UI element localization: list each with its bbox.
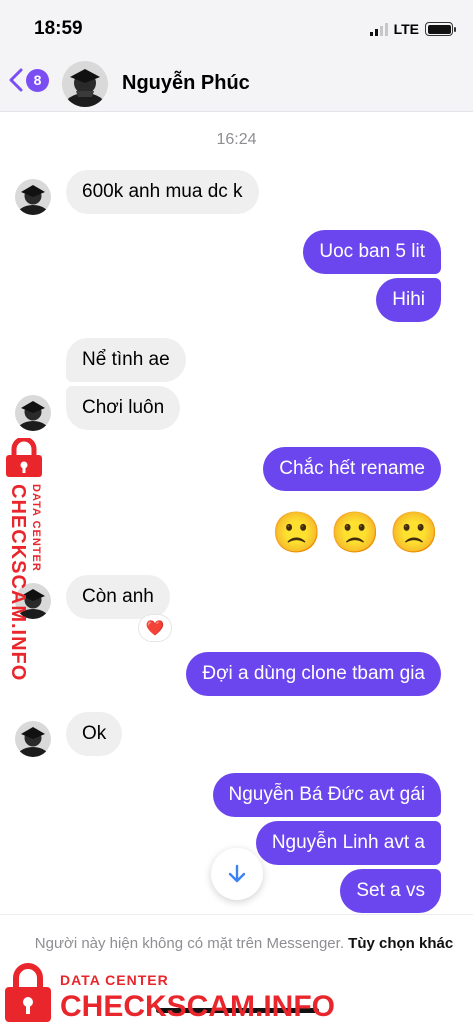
notice-text-container: Người này hiện không có mặt trên Messeng… (34, 933, 454, 955)
sad-face-emoji: 🙁 (271, 511, 322, 555)
battery-icon (425, 22, 456, 36)
outgoing-message[interactable]: Uoc ban 5 lit (303, 230, 441, 274)
unread-count-badge: 8 (26, 68, 49, 92)
outgoing-message[interactable]: Chắc hết rename (263, 447, 441, 491)
more-options-link[interactable]: Tùy chọn khác (348, 935, 453, 952)
message-timestamp: 16:24 (216, 131, 257, 148)
notice-message: Người này hiện không có mặt trên Messeng… (34, 935, 344, 952)
outgoing-message[interactable]: Đợi a dùng clone tbam gia (186, 652, 441, 696)
outgoing-message[interactable]: Set a vs (340, 869, 441, 913)
status-indicators: LTE (369, 21, 456, 37)
incoming-message[interactable]: 600k anh mua dc k (66, 170, 259, 214)
chat-header: 8 Nguyễn Phúc (0, 58, 473, 112)
watermark-bottom-big: CHECKSCAM.INFO (60, 990, 335, 1023)
watermark-side-small: DATA CENTER (30, 484, 42, 572)
incoming-message[interactable]: Ok (66, 712, 123, 756)
scroll-to-bottom-button[interactable] (211, 848, 263, 900)
heart-reaction[interactable]: ❤️ (138, 614, 172, 642)
outgoing-message[interactable]: Hihi (376, 278, 441, 322)
emoji-message-row[interactable]: 🙁 🙁 🙁 (272, 511, 439, 555)
sender-avatar[interactable] (15, 395, 51, 431)
sender-avatar[interactable] (15, 721, 51, 757)
contact-name[interactable]: Nguyễn Phúc (122, 72, 250, 95)
sad-face-emoji: 🙁 (330, 511, 381, 555)
contact-avatar[interactable] (62, 61, 108, 107)
outgoing-message[interactable]: Nguyễn Bá Đức avt gái (212, 773, 441, 817)
watermark-bottom-small: DATA CENTER (60, 972, 169, 988)
watermark-bottom: DATA CENTER CHECKSCAM.INFO (0, 960, 335, 1024)
sender-avatar[interactable] (15, 179, 51, 215)
sad-face-emoji: 🙁 (389, 511, 439, 555)
incoming-message[interactable]: Nể tình ae (66, 338, 186, 382)
status-time: 18:59 (34, 18, 83, 39)
arrow-down-icon (228, 864, 246, 883)
chevron-left-icon (9, 68, 23, 92)
signal-icon (369, 22, 388, 36)
status-bar: 18:59 LTE (0, 0, 473, 58)
watermark-side-big: CHECKSCAM.INFO (7, 484, 29, 682)
incoming-message[interactable]: Chơi luôn (66, 386, 181, 430)
outgoing-message[interactable]: Nguyễn Linh avt a (255, 821, 441, 865)
incoming-message[interactable]: Còn anh (66, 575, 170, 619)
lock-icon (6, 436, 42, 477)
watermark-side: CHECKSCAM.INFO DATA CENTER (2, 436, 50, 681)
network-type: LTE (393, 21, 419, 37)
avatar-image (62, 61, 108, 107)
lock-icon (5, 963, 51, 1022)
back-button[interactable]: 8 (8, 68, 49, 92)
